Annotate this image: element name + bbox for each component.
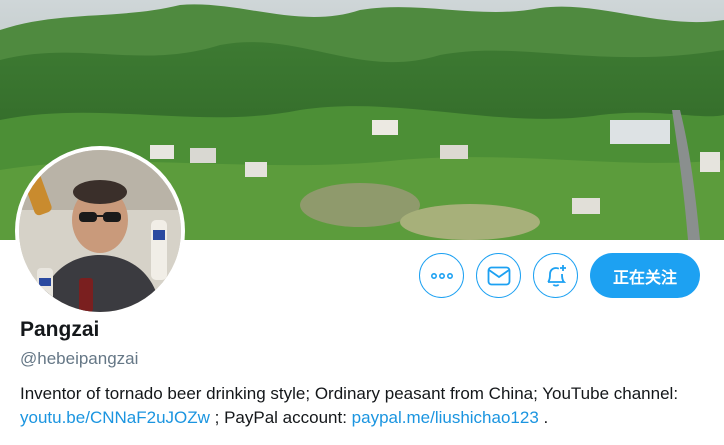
following-button[interactable]: 正在关注: [590, 253, 700, 298]
more-button[interactable]: [419, 253, 464, 298]
bell-plus-icon: [546, 264, 566, 287]
display-name: Pangzai: [20, 318, 100, 341]
youtube-link[interactable]: youtu.be/CNNaF2uJOZw: [20, 408, 210, 427]
notifications-button[interactable]: [533, 253, 578, 298]
bio-text: ; PayPal account:: [209, 408, 352, 427]
bio-text: .: [538, 408, 549, 427]
more-dots-icon: [430, 272, 453, 279]
avatar-photo: [19, 150, 181, 312]
envelope-icon: [487, 266, 510, 285]
message-button[interactable]: [476, 253, 521, 298]
avatar[interactable]: [15, 146, 185, 316]
paypal-link[interactable]: paypal.me/liushichao123: [352, 408, 539, 427]
bio-text: Inventor of tornado beer drinking style;…: [20, 384, 679, 403]
profile-bio: Inventor of tornado beer drinking style;…: [20, 382, 710, 430]
profile-actions: 正在关注: [419, 253, 700, 298]
user-handle: @hebeipangzai: [20, 349, 139, 368]
